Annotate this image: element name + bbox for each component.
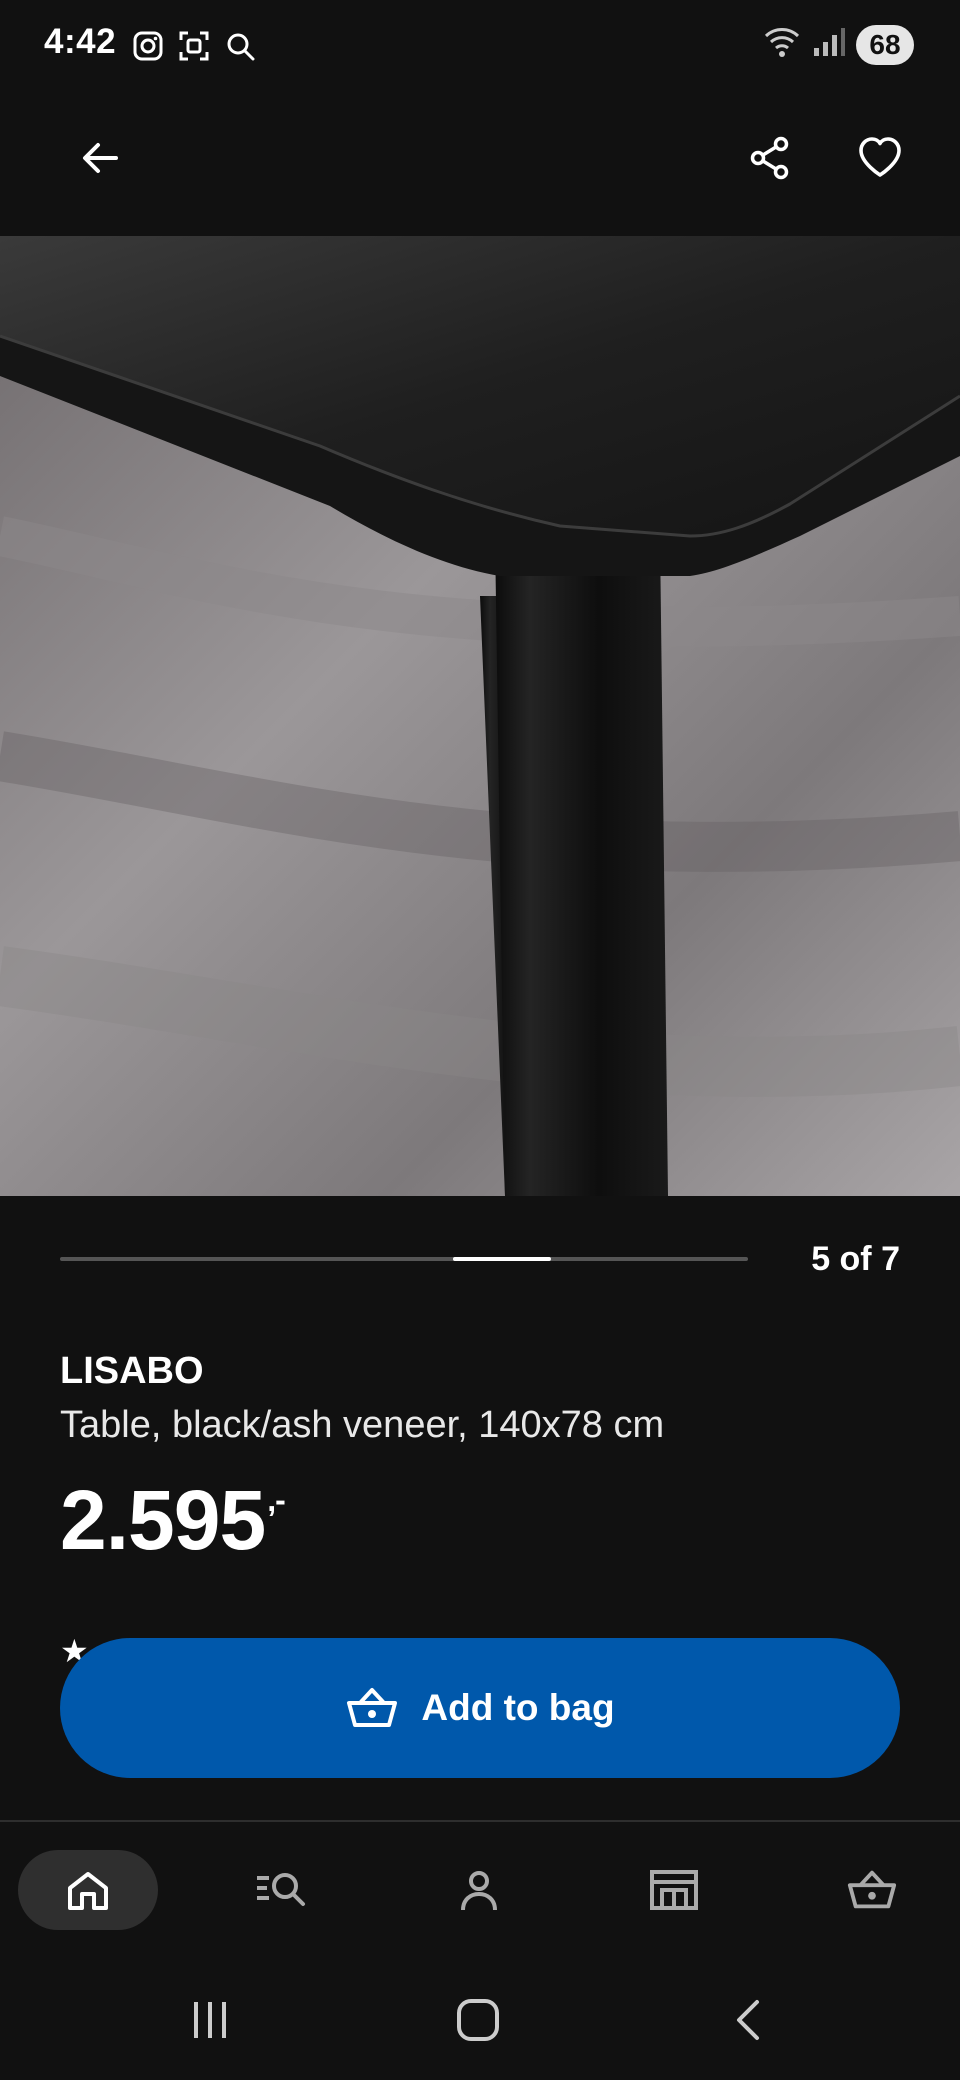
add-to-bag-label: Add to bag bbox=[421, 1687, 615, 1728]
share-button[interactable] bbox=[730, 118, 810, 198]
product-description: Table, black/ash veneer, 140x78 cm bbox=[60, 1404, 665, 1446]
search-list-icon bbox=[257, 1873, 305, 1906]
share-icon bbox=[750, 136, 789, 180]
status-time: 4:42 bbox=[44, 22, 117, 61]
gallery-counter: 5 of 7 bbox=[811, 1240, 900, 1278]
product-price: 2.595,- bbox=[60, 1472, 286, 1569]
instagram-icon bbox=[130, 28, 166, 64]
bottom-navigation bbox=[0, 1822, 960, 1962]
nav-search[interactable] bbox=[213, 1850, 353, 1930]
product-name: LISABO bbox=[60, 1350, 204, 1392]
battery-indicator: 68 bbox=[856, 24, 914, 65]
system-home-button[interactable] bbox=[438, 1990, 518, 2050]
wifi-icon bbox=[762, 24, 802, 65]
system-back-button[interactable] bbox=[708, 1990, 788, 2050]
back-arrow-icon bbox=[83, 143, 118, 173]
add-to-bag-button[interactable]: Add to bag bbox=[60, 1638, 900, 1778]
nav-store[interactable] bbox=[604, 1850, 744, 1930]
store-icon bbox=[650, 1870, 698, 1910]
search-icon bbox=[222, 28, 258, 64]
status-bar: 4:42 68 bbox=[0, 0, 960, 92]
home-icon bbox=[68, 1872, 108, 1910]
product-photo-table-corner bbox=[0, 236, 960, 1196]
system-navigation bbox=[0, 1962, 960, 2080]
nav-basket[interactable] bbox=[802, 1850, 942, 1930]
recents-icon bbox=[194, 2002, 226, 2038]
price-value: 2.595 bbox=[60, 1473, 266, 1567]
nav-profile[interactable] bbox=[409, 1850, 549, 1930]
scan-icon bbox=[176, 28, 212, 64]
status-system-icons: 68 bbox=[762, 24, 914, 65]
product-image[interactable] bbox=[0, 236, 960, 1196]
profile-icon bbox=[461, 1871, 497, 1911]
nav-home[interactable] bbox=[18, 1850, 158, 1930]
basket-icon bbox=[847, 1870, 897, 1909]
heart-icon bbox=[859, 137, 901, 177]
home-icon bbox=[457, 1999, 499, 2041]
gallery-progress-track bbox=[60, 1257, 748, 1261]
gallery-progress-fill bbox=[453, 1257, 552, 1261]
back-button[interactable] bbox=[60, 118, 140, 198]
recents-button[interactable] bbox=[170, 1990, 250, 2050]
back-icon bbox=[737, 2000, 759, 2040]
basket-icon bbox=[347, 1688, 398, 1727]
signal-icon bbox=[812, 26, 846, 63]
status-notification-icons bbox=[130, 28, 258, 64]
favorite-button[interactable] bbox=[840, 118, 920, 198]
gallery-indicator: 5 of 7 bbox=[60, 1240, 900, 1280]
app-bar bbox=[0, 92, 960, 236]
price-suffix: ,- bbox=[267, 1482, 286, 1518]
